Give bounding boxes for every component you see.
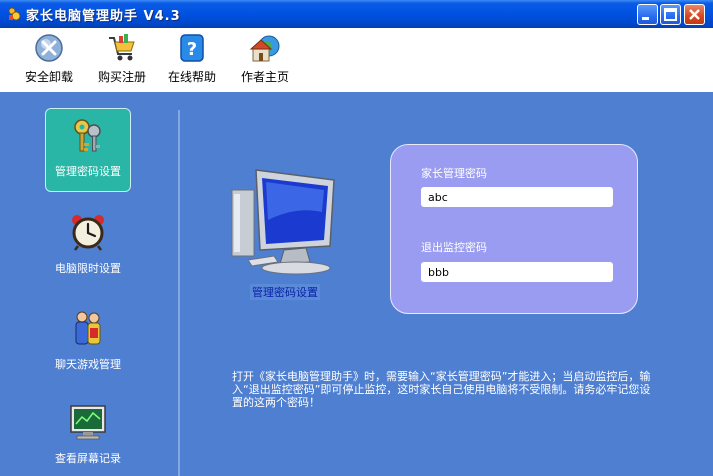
toolbar-label: 安全卸载 <box>24 70 73 84</box>
toolbar-register-button[interactable]: 购买注册 <box>95 32 149 88</box>
exit-password-label: 退出监控密码 <box>421 241 487 254</box>
homepage-icon <box>249 35 280 62</box>
toolbar-help-button[interactable]: ? 在线帮助 <box>165 32 219 88</box>
sidebar-item-screen-records[interactable]: 查看屏幕记录 <box>45 396 131 476</box>
uninstall-icon <box>35 34 63 62</box>
content-panel: 管理密码设置 家长管理密码 退出监控密码 打开《家长电脑管理助手》时，需要输入“… <box>180 92 713 476</box>
exit-password-input[interactable] <box>421 262 613 282</box>
maximize-icon <box>664 8 677 21</box>
monitor-icon <box>231 169 335 275</box>
people-icon <box>75 311 101 345</box>
toolbar-uninstall-button[interactable]: 安全卸载 <box>22 32 76 88</box>
main-area: 管理密码设置 电脑限时设置 聊天游戏管理 查看屏幕记录 管理密码设置 家长管理密… <box>0 92 713 476</box>
app-window: 家长电脑管理助手 V4.3 安全卸载 购买注册 ? 在线帮助 作者主页 管理密码… <box>0 0 713 476</box>
toolbar-label: 作者主页 <box>240 70 289 84</box>
sidebar-item-chat-game-manage[interactable]: 聊天游戏管理 <box>45 302 131 386</box>
sidebar-item-label: 电脑限时设置 <box>55 262 121 275</box>
shopping-cart-icon <box>109 34 135 61</box>
alarm-clock-icon <box>72 215 104 251</box>
minimize-icon <box>642 17 649 20</box>
window-title: 家长电脑管理助手 V4.3 <box>26 9 181 24</box>
sidebar: 管理密码设置 电脑限时设置 聊天游戏管理 查看屏幕记录 <box>0 92 178 476</box>
toolbar-label: 在线帮助 <box>167 70 216 84</box>
title-bar[interactable]: 家长电脑管理助手 V4.3 <box>0 0 713 28</box>
parent-password-input[interactable] <box>421 187 613 207</box>
toolbar-homepage-button[interactable]: 作者主页 <box>238 32 292 88</box>
app-logo-icon <box>8 7 21 21</box>
help-text: 打开《家长电脑管理助手》时，需要输入“家长管理密码”才能进入；当启动监控后，输入… <box>232 370 651 409</box>
toolbar: 安全卸载 购买注册 ? 在线帮助 作者主页 <box>0 28 713 93</box>
sidebar-item-password-settings[interactable]: 管理密码设置 <box>45 108 131 192</box>
sidebar-item-label: 查看屏幕记录 <box>55 452 121 465</box>
password-panel: 家长管理密码 退出监控密码 <box>390 144 638 314</box>
parent-password-label: 家长管理密码 <box>421 167 487 180</box>
svg-text:?: ? <box>187 39 197 60</box>
help-icon: ? <box>180 34 204 62</box>
close-icon <box>689 9 700 20</box>
screen-record-icon <box>70 405 106 440</box>
content-caption: 管理密码设置 <box>250 284 320 300</box>
sidebar-item-label: 管理密码设置 <box>55 165 121 178</box>
close-button[interactable] <box>684 4 705 25</box>
minimize-button[interactable] <box>637 4 658 25</box>
maximize-button[interactable] <box>660 4 681 25</box>
sidebar-item-time-limit[interactable]: 电脑限时设置 <box>45 206 131 290</box>
toolbar-label: 购买注册 <box>97 70 146 84</box>
sidebar-item-label: 聊天游戏管理 <box>55 358 121 371</box>
keys-icon <box>74 119 101 152</box>
